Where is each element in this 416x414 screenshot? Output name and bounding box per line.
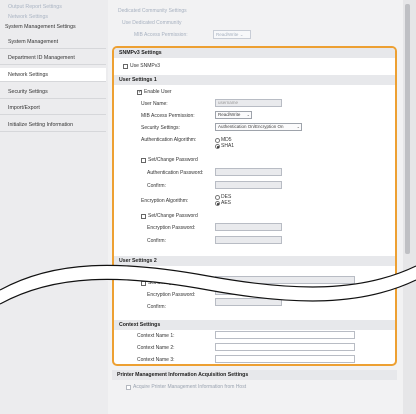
context-settings-header: Context Settings (114, 320, 395, 330)
mib-access-value: Read/Write (218, 112, 241, 117)
ghost-mib-value: Read/Write (216, 32, 239, 37)
auth-confirm-input[interactable] (215, 181, 282, 189)
user-name-input[interactable]: username (215, 99, 282, 107)
sidebar-item-system-management[interactable]: System Management (0, 35, 106, 49)
auth-password-label: Authentication Password: (147, 170, 204, 176)
enc-aes-label: AES (221, 200, 232, 206)
context-name-1-label: Context Name 1: (137, 333, 175, 339)
mib-access-select[interactable]: Read/Write ⌄ (215, 111, 252, 119)
enable-user-label: Enable User (144, 89, 172, 95)
auth-md5-radio[interactable] (215, 138, 220, 143)
security-settings-label: Security Settings: (141, 125, 180, 131)
scrollbar[interactable] (403, 0, 416, 414)
auth-algorithm-label: Authentication Algorithm: (141, 137, 197, 143)
snmpv3-settings-panel: SNMPv3 Settings Use SNMPv3 User Settings… (112, 46, 397, 366)
enc-aes-radio[interactable] (215, 201, 220, 206)
sidebar: Output Report Settings Network Settings … (0, 0, 108, 414)
sidebar-item-import-export[interactable]: Import/Export (0, 101, 106, 115)
set-change-enc-password-checkbox[interactable] (141, 214, 146, 219)
mib-access-label: MIB Access Permission: (141, 113, 195, 119)
use-snmpv3-label: Use SNMPv3 (130, 63, 161, 69)
security-settings-select[interactable]: Authentication On/Encryption On ⌄ (215, 123, 302, 131)
use-dedicated-community-label[interactable]: Use Dedicated Community (122, 20, 181, 26)
encryption-algorithm-label: Encryption Algorithm: (141, 198, 189, 204)
acquire-printer-info-checkbox[interactable] (126, 385, 131, 390)
user-name-label: User Name: (141, 101, 168, 107)
printer-management-header: Printer Management Information Acquisiti… (112, 370, 397, 380)
security-settings-value: Authentication On/Encryption On (218, 124, 284, 129)
acquire-printer-info-label: Acquire Printer Management Information f… (133, 384, 247, 390)
sidebar-item-network-settings[interactable]: Network Settings (0, 68, 106, 82)
sidebar-ghost-subitem: Network Settings (8, 14, 49, 20)
set-change-password-checkbox[interactable] (141, 158, 146, 163)
sidebar-section-header: System Management Settings (5, 24, 76, 30)
sidebar-item-security-settings[interactable]: Security Settings (0, 85, 106, 99)
enc-confirm-label: Confirm: (147, 238, 166, 244)
enable-user-checkbox[interactable]: ✓ (137, 90, 142, 95)
auth-confirm-label: Confirm: (147, 183, 166, 189)
chevron-down-icon: ⌄ (246, 112, 250, 117)
context-name-3-label: Context Name 3: (137, 357, 175, 363)
context-name-2-label: Context Name 2: (137, 345, 175, 351)
set-change-password-label: Set/Change Password (148, 157, 198, 163)
enc-confirm-input[interactable] (215, 236, 282, 244)
auth-sha1-radio[interactable] (215, 144, 220, 149)
ghost-mib-select[interactable]: Read/Write ⌄ (213, 30, 251, 39)
enc-password-input[interactable] (215, 223, 282, 231)
chevron-down-icon: ⌄ (296, 124, 300, 129)
user-name-value: username (218, 100, 239, 105)
page-break-wave (0, 264, 416, 305)
use-snmpv3-checkbox[interactable] (123, 64, 128, 69)
sidebar-item-department-id[interactable]: Department ID Management (0, 51, 106, 65)
scrollbar-thumb[interactable] (405, 4, 410, 254)
set-change-enc-password-label: Set/Change Password (148, 213, 198, 219)
context-name-3-input[interactable] (215, 355, 355, 363)
snmpv3-settings-header: SNMPv3 Settings (114, 48, 395, 58)
ghost-mib-label: MIB Access Permission: (134, 32, 188, 38)
context-name-1-input[interactable] (215, 331, 355, 339)
auth-password-input[interactable] (215, 168, 282, 176)
dedicated-community-heading: Dedicated Community Settings (118, 8, 187, 14)
enc-des-radio[interactable] (215, 195, 220, 200)
enc-password-label: Encryption Password: (147, 225, 196, 231)
user-settings-1-header: User Settings 1 (114, 75, 395, 85)
sidebar-item-initialize[interactable]: Initialize Setting Information (0, 118, 106, 132)
context-name-2-input[interactable] (215, 343, 355, 351)
auth-sha1-label: SHA1 (221, 143, 235, 149)
